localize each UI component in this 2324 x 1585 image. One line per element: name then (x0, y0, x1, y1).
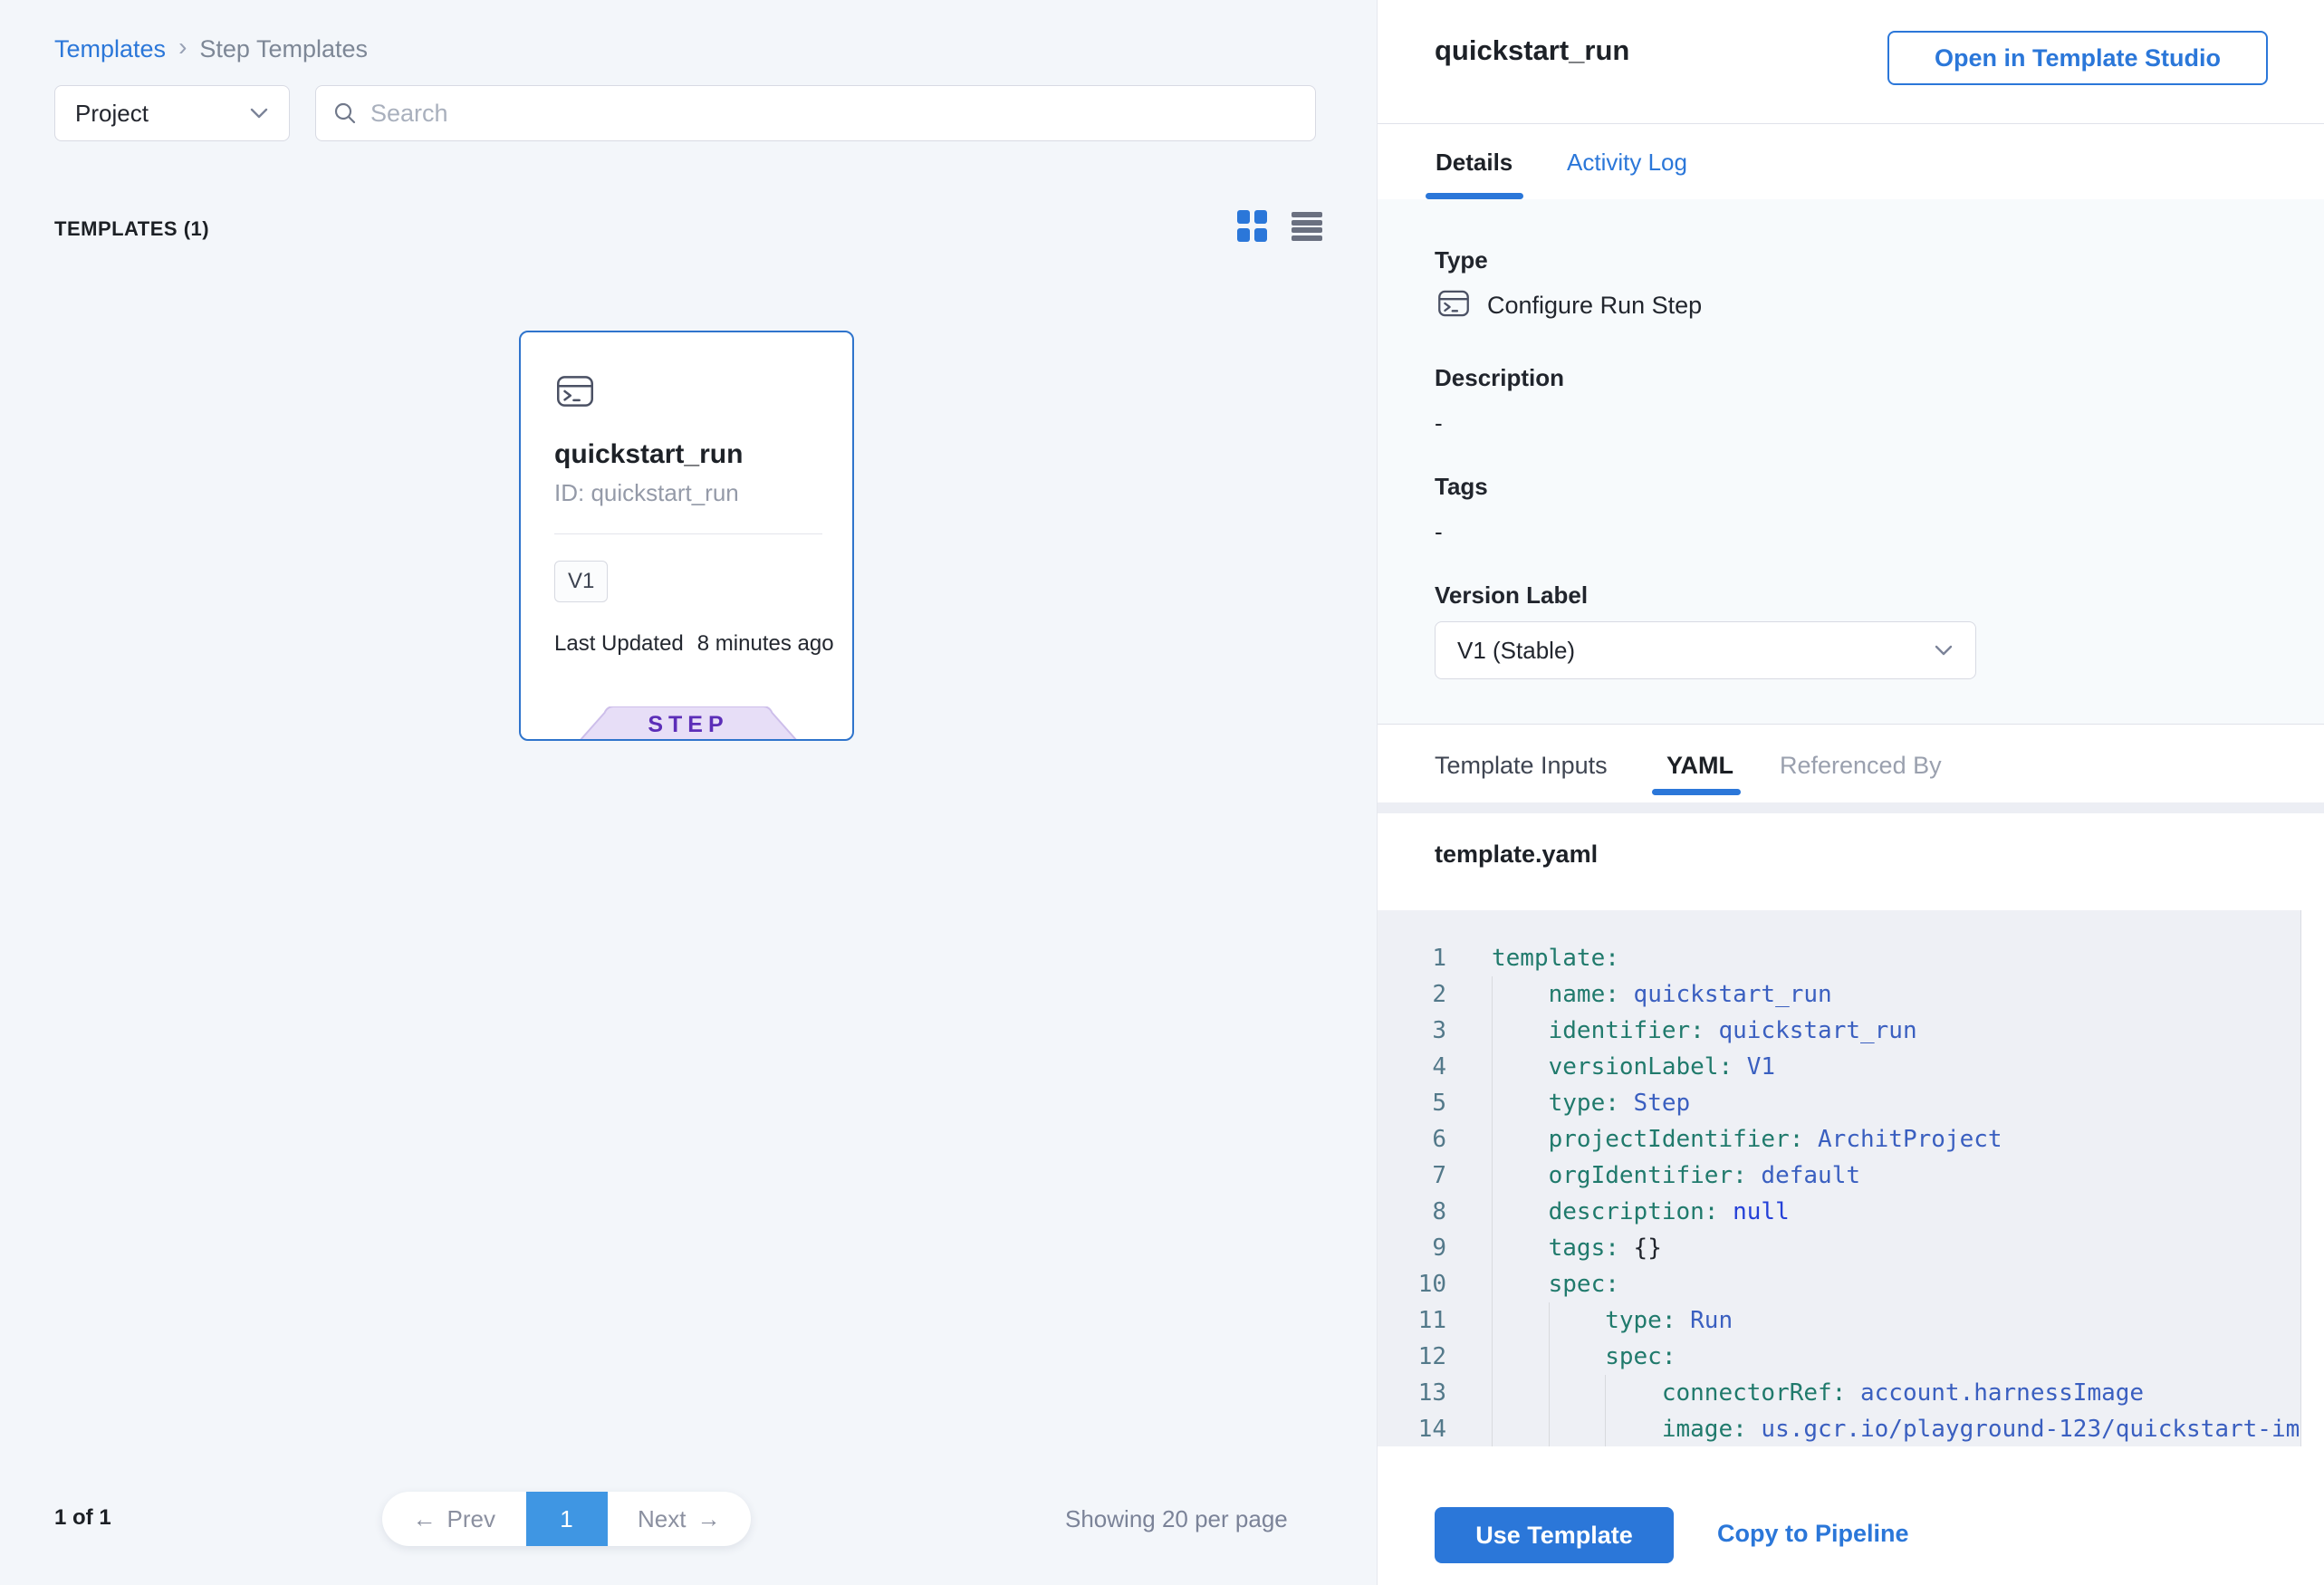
tab-yaml[interactable]: YAML (1666, 752, 1733, 780)
card-last-updated: Last Updated 8 minutes ago (554, 631, 834, 657)
scope-dropdown[interactable]: Project (54, 85, 290, 141)
type-label: Type (1435, 246, 1488, 274)
list-view-icon[interactable] (1292, 210, 1322, 243)
view-toggle (1237, 210, 1322, 243)
tab-activity-log[interactable]: Activity Log (1567, 149, 1687, 177)
yaml-line: 3 identifier: quickstart_run (1378, 1013, 2300, 1049)
step-type-badge: STEP (580, 706, 797, 741)
arrow-left-icon: ← (413, 1505, 437, 1533)
page-count: 1 of 1 (54, 1505, 111, 1531)
last-updated-value: 8 minutes ago (697, 631, 834, 657)
card-title: quickstart_run (554, 439, 743, 470)
yaml-line: 10 spec: (1378, 1266, 2300, 1302)
type-value: Configure Run Step (1487, 292, 1702, 320)
active-subtab-indicator (1652, 789, 1741, 795)
page-1-button[interactable]: 1 (526, 1492, 608, 1546)
run-step-terminal-icon (1435, 284, 1473, 322)
card-id: ID: quickstart_run (554, 479, 739, 507)
prev-page-button[interactable]: ← Prev (382, 1492, 526, 1546)
grid-view-icon[interactable] (1237, 210, 1268, 243)
prev-label: Prev (447, 1505, 495, 1533)
copy-to-pipeline-link[interactable]: Copy to Pipeline (1717, 1520, 1909, 1548)
editor-scrollbar[interactable] (2300, 910, 2324, 1446)
tab-referenced-by[interactable]: Referenced By (1780, 752, 1942, 780)
yaml-line: 1template: (1378, 940, 2300, 976)
yaml-line: 8 description: null (1378, 1194, 2300, 1230)
tab-details[interactable]: Details (1436, 149, 1513, 177)
tab-template-inputs[interactable]: Template Inputs (1435, 752, 1608, 780)
yaml-line: 7 orgIdentifier: default (1378, 1158, 2300, 1194)
active-tab-indicator (1426, 193, 1523, 199)
yaml-code-lines: 1template:2 name: quickstart_run3 identi… (1378, 910, 2300, 1446)
showing-per-page: Showing 20 per page (1065, 1505, 1328, 1533)
search-input[interactable] (370, 100, 1299, 128)
run-step-terminal-icon (552, 369, 598, 414)
breadcrumb: Templates › Step Templates (54, 34, 368, 63)
yaml-line: 9 tags: {} (1378, 1230, 2300, 1266)
yaml-line: 5 type: Step (1378, 1085, 2300, 1121)
next-label: Next (638, 1505, 686, 1533)
yaml-line: 13 connectorRef: account.harnessImage (1378, 1375, 2300, 1411)
chevron-down-icon (249, 107, 269, 120)
search-box[interactable] (315, 85, 1316, 141)
templates-count-label: TEMPLATES (1) (54, 217, 209, 241)
open-template-studio-button[interactable]: Open in Template Studio (1887, 31, 2268, 85)
yaml-line: 11 type: Run (1378, 1302, 2300, 1339)
pagination: ← Prev 1 Next → (382, 1492, 751, 1546)
step-badge-label: STEP (580, 706, 797, 741)
scope-dropdown-value: Project (75, 100, 149, 128)
chevron-right-icon: › (178, 33, 187, 62)
card-divider (554, 533, 822, 534)
tags-label: Tags (1435, 473, 1488, 501)
use-template-button[interactable]: Use Template (1435, 1507, 1674, 1563)
breadcrumb-templates-link[interactable]: Templates (54, 35, 166, 63)
template-card[interactable]: quickstart_run ID: quickstart_run V1 Las… (519, 331, 854, 741)
yaml-file-name: template.yaml (1435, 841, 1598, 869)
chevron-down-icon (1934, 644, 1954, 657)
yaml-line: 6 projectIdentifier: ArchitProject (1378, 1121, 2300, 1158)
version-select[interactable]: V1 (Stable) (1435, 621, 1976, 679)
yaml-line: 2 name: quickstart_run (1378, 976, 2300, 1013)
version-label: Version Label (1435, 581, 1588, 610)
next-page-button[interactable]: Next → (608, 1492, 752, 1546)
tags-value: - (1435, 518, 1443, 546)
breadcrumb-current: Step Templates (199, 35, 368, 63)
description-label: Description (1435, 364, 1564, 392)
version-select-value: V1 (Stable) (1457, 637, 1575, 665)
yaml-line: 4 versionLabel: V1 (1378, 1049, 2300, 1085)
templates-list-panel: Templates › Step Templates Project TEMPL… (0, 0, 1377, 1585)
yaml-line: 14 image: us.gcr.io/playground-123/quick… (1378, 1411, 2300, 1446)
arrow-right-icon: → (696, 1505, 720, 1533)
yaml-editor[interactable]: 1template:2 name: quickstart_run3 identi… (1378, 910, 2324, 1446)
section-gap (1378, 802, 2324, 813)
search-icon (332, 101, 358, 126)
header-divider (1378, 123, 2324, 124)
yaml-line: 12 spec: (1378, 1339, 2300, 1375)
details-title: quickstart_run (1435, 34, 1629, 67)
version-badge: V1 (554, 561, 608, 602)
last-updated-label: Last Updated (554, 631, 684, 657)
description-value: - (1435, 409, 1443, 437)
